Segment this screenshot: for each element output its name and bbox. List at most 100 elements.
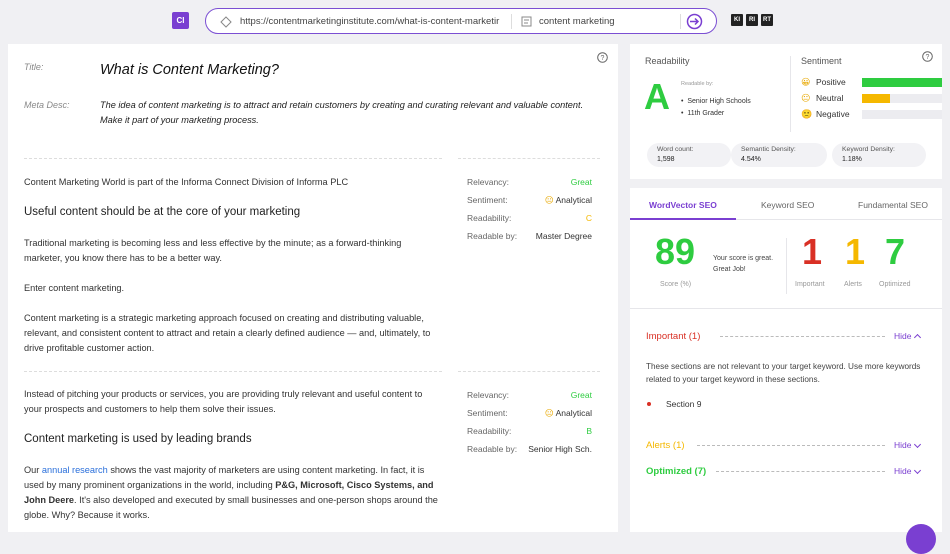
divider	[680, 14, 681, 29]
divider	[511, 14, 512, 29]
sentiment-label: Neutral	[816, 93, 844, 103]
section-paragraph: Traditional marketing is becoming less a…	[24, 238, 402, 263]
sentiment-row-positive: 😀 Positive	[801, 77, 942, 93]
sentiment-label: Positive	[816, 77, 846, 87]
list-item: • 11th Grader	[681, 110, 725, 117]
sentiment-title: Sentiment	[801, 56, 842, 66]
tab-fundamental-seo[interactable]: Fundamental SEO	[858, 200, 928, 210]
keyword-input[interactable]: content marketing	[539, 16, 615, 27]
relevancy-label: Relevancy:	[467, 177, 510, 187]
hide-optimized-button[interactable]: Hide	[894, 466, 922, 476]
relevancy-value: Great	[570, 177, 592, 187]
active-tab-indicator	[630, 218, 736, 220]
section-heading: Content marketing is used by leading bra…	[24, 433, 252, 445]
readability-label: Readability:	[467, 213, 512, 223]
divider	[790, 56, 791, 132]
sad-face-icon: 🙁	[801, 109, 813, 119]
top-toolbar: CI https://contentmarketinginstitute.com…	[0, 0, 950, 42]
readability-sentiment-panel: Readability A Readable by: • Senior High…	[630, 44, 942, 179]
divider	[630, 308, 942, 309]
optimized-count: 7	[885, 231, 906, 272]
chevron-up-icon	[914, 333, 922, 342]
sentiment-label: Sentiment:	[467, 408, 508, 418]
important-item[interactable]: Section 9	[666, 399, 701, 409]
readable-by-list: • Senior High Schools • 11th Grader	[681, 96, 751, 120]
important-description: These sections are not relevant to your …	[646, 362, 921, 384]
sentiment-text: Analytical	[555, 408, 592, 418]
readable-by-label: Readable by:	[681, 81, 714, 87]
alerts-count: 1	[845, 231, 866, 272]
divider	[458, 158, 600, 159]
sentiment-text: Analytical	[555, 195, 592, 205]
sentiment-label: Sentiment:	[467, 195, 508, 205]
readability-title: Readability	[645, 56, 690, 66]
annual-research-link[interactable]: annual research	[42, 465, 108, 475]
tab-wordvector-seo[interactable]: WordVector SEO	[649, 200, 717, 210]
divider	[716, 471, 885, 472]
optimized-heading[interactable]: Optimized (7)	[646, 466, 706, 477]
ki-button[interactable]: KI	[731, 14, 743, 26]
semantic-density-stat: Semantic Density: 4.54%	[731, 143, 827, 167]
alerts-heading[interactable]: Alerts (1)	[646, 440, 685, 451]
help-icon[interactable]: ?	[597, 52, 608, 65]
optimized-label: Optimized	[879, 281, 911, 288]
sentiment-row-negative: 🙁 Negative	[801, 109, 942, 125]
section-heading: Useful content should be at the core of …	[24, 206, 301, 218]
readable-by-value: Master Degree	[535, 231, 592, 241]
score-message: Your score is great. Great Job!	[713, 255, 774, 273]
readable-by-value: Senior High Sch.	[528, 444, 592, 454]
text: Our	[24, 465, 42, 475]
hide-important-button[interactable]: Hide	[894, 331, 922, 342]
important-label: Important	[795, 281, 825, 288]
section-paragraph: Content marketing is a strategic marketi…	[24, 313, 431, 353]
hide-alerts-button[interactable]: Hide	[894, 440, 922, 450]
section-intro: Instead of pitching your products or ser…	[24, 389, 423, 414]
section-intro: Content Marketing World is part of the I…	[24, 177, 349, 187]
happy-face-icon: 😀	[801, 77, 811, 87]
section-paragraph: Enter content marketing.	[24, 283, 125, 293]
sentiment-rows: 😀 Positive 😐 Neutral 🙁 Negative	[801, 77, 942, 125]
meta-description: The idea of content marketing is to attr…	[100, 100, 584, 125]
readability-grade: A	[644, 76, 670, 117]
divider	[697, 445, 885, 446]
keyword-icon	[521, 16, 532, 29]
help-icon[interactable]: ?	[922, 51, 933, 64]
link-icon	[220, 16, 232, 30]
sentiment-value: 😐 Analytical	[545, 408, 592, 419]
sentiment-label: Negative	[816, 109, 850, 119]
important-count: 1	[802, 231, 823, 272]
divider	[458, 371, 600, 372]
negative-bar	[862, 110, 942, 119]
score-value: 89	[655, 231, 696, 272]
ri-button[interactable]: RI	[746, 14, 758, 26]
meta-label: Meta Desc:	[24, 100, 70, 110]
text: . It's also developed and executed by sm…	[24, 495, 438, 520]
relevancy-value: Great	[570, 390, 592, 400]
readable-by-label: Readable by:	[467, 231, 518, 241]
relevancy-label: Relevancy:	[467, 390, 510, 400]
app-logo: CI	[172, 12, 189, 29]
word-count-stat: Word count: 1,598	[647, 143, 731, 167]
score-label: Score (%)	[660, 281, 692, 288]
content-panel: ? Title: What is Content Marketing? Meta…	[8, 44, 618, 532]
neutral-bar	[862, 94, 942, 103]
title-label: Title:	[24, 62, 44, 72]
bullet-icon	[647, 402, 651, 406]
important-heading[interactable]: Important (1)	[646, 331, 700, 342]
seo-panel: WordVector SEO Keyword SEO Fundamental S…	[630, 188, 942, 554]
readable-by-label: Readable by:	[467, 444, 518, 454]
rt-button[interactable]: RT	[761, 14, 773, 26]
divider	[720, 336, 885, 337]
chevron-down-icon	[914, 466, 922, 475]
divider	[24, 371, 442, 372]
section-paragraph: Our annual research shows the vast major…	[24, 463, 442, 523]
chat-button[interactable]	[906, 524, 936, 554]
tab-keyword-seo[interactable]: Keyword SEO	[761, 200, 814, 210]
sentiment-value: 😐 Analytical	[545, 195, 592, 206]
divider	[24, 158, 442, 159]
list-item: • Senior High Schools	[681, 98, 751, 105]
chevron-down-icon	[914, 440, 922, 449]
analyze-arrow-icon[interactable]	[686, 13, 703, 32]
url-input[interactable]: https://contentmarketinginstitute.com/wh…	[240, 16, 502, 27]
readability-grade: C	[585, 213, 592, 223]
